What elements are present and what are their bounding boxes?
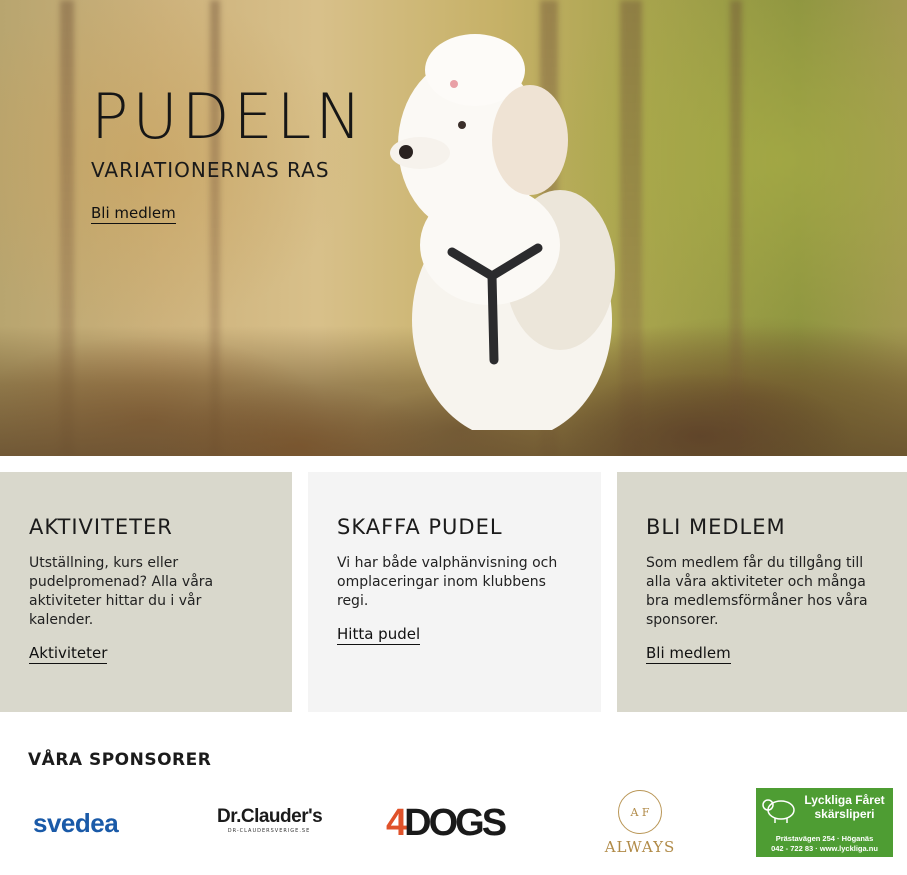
page-subtitle: VARIATIONERNAS RAS bbox=[91, 158, 330, 182]
sponsor-address: Prästavägen 254 · Höganäs bbox=[775, 834, 874, 843]
sponsor-contact: 042 - 722 83 · www.lyckliga.nu bbox=[771, 844, 878, 853]
hero-text-block: PUDELN VARIATIONERNAS RAS Bli medlem bbox=[91, 84, 366, 224]
poodle-photo bbox=[390, 34, 615, 430]
card-text: Som medlem får du tillgång till alla vår… bbox=[646, 555, 868, 628]
card-title: SKAFFA PUDEL bbox=[337, 515, 503, 539]
sheep-icon bbox=[762, 799, 795, 823]
activities-link[interactable]: Aktiviteter bbox=[29, 644, 108, 664]
sponsors-heading: VÅRA SPONSORER bbox=[28, 750, 212, 770]
find-poodle-link[interactable]: Hitta pudel bbox=[337, 625, 421, 645]
card-text: Utställning, kurs eller pudelpromenad? A… bbox=[29, 555, 214, 628]
join-link[interactable]: Bli medlem bbox=[91, 204, 176, 224]
page-title: PUDELN bbox=[91, 80, 366, 153]
sponsor-logo-always[interactable]: A F ALWAYS bbox=[596, 790, 684, 856]
become-member-link[interactable]: Bli medlem bbox=[646, 644, 731, 664]
card-text: Vi har både valphänvisning och omplaceri… bbox=[337, 555, 558, 609]
card-bli-medlem: BLI MEDLEM Som medlem får du tillgång ti… bbox=[617, 472, 907, 712]
sponsor-logo-text: DOGS bbox=[404, 802, 507, 844]
hero-banner: PUDELN VARIATIONERNAS RAS Bli medlem bbox=[0, 0, 907, 456]
card-title: BLI MEDLEM bbox=[646, 515, 786, 539]
sponsor-logo-4dogs[interactable]: 4DOGS bbox=[386, 802, 507, 845]
always-emblem-icon: A F bbox=[618, 790, 662, 834]
card-aktiviteter: AKTIVITETER Utställning, kurs eller pude… bbox=[0, 472, 292, 712]
sponsor-logo-text: Dr.Clauder's bbox=[217, 806, 323, 827]
sponsor-logo-subtext: DR-CLAUDERSVERIGE.SE bbox=[227, 828, 311, 834]
card-title: AKTIVITETER bbox=[29, 515, 173, 539]
sponsor-logo-text: Lyckliga Fåret skärsliperi bbox=[804, 793, 885, 821]
card-skaffa-pudel: SKAFFA PUDEL Vi har både valphänvisning … bbox=[308, 472, 601, 712]
sponsor-logo-dr-clauders[interactable]: Dr.Clauder's DR-CLAUDERSVERIGE.SE bbox=[217, 806, 323, 834]
sponsor-logo-svedea[interactable]: svedea bbox=[33, 808, 119, 839]
sponsor-logo-accent: 4 bbox=[386, 802, 407, 844]
sponsor-logo-text: ALWAYS bbox=[604, 838, 676, 856]
sponsor-logo-lyckliga-faret[interactable]: Lyckliga Fåret skärsliperi Prästavägen 2… bbox=[756, 788, 893, 857]
